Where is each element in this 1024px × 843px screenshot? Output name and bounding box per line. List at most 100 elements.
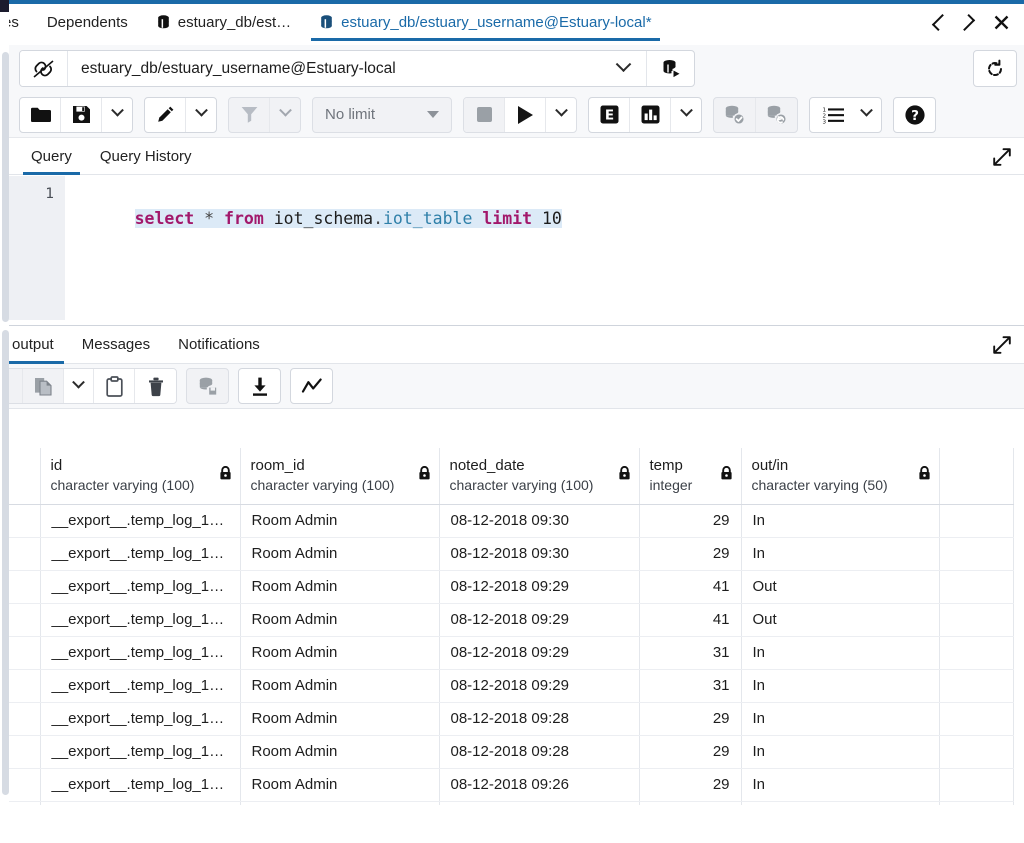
cell-id[interactable]: __export__.temp_log_1… (40, 768, 240, 801)
next-tab-icon[interactable] (960, 12, 978, 34)
graph-visualiser-button[interactable] (291, 369, 332, 403)
output-panel-expand-diagonal-icon[interactable] (992, 335, 1012, 355)
tab-query-history[interactable]: Query History (88, 138, 204, 175)
left-scrollbar-lower[interactable] (2, 330, 9, 795)
cell-room-id[interactable]: Room Admin (240, 702, 439, 735)
cell-noted-date[interactable]: 08-12-2018 09:28 (439, 735, 639, 768)
cell-out-in[interactable]: In (741, 636, 939, 669)
cell-temp[interactable]: 29 (639, 768, 741, 801)
cell-room-id[interactable]: Room Admin (240, 636, 439, 669)
table-row[interactable]: __export__.temp_log_1…Room Admin08-12-20… (9, 669, 1013, 702)
column-header-noted-date[interactable]: noted_date character varying (100) (439, 448, 639, 504)
execute-query-button[interactable] (505, 98, 546, 132)
macros-button[interactable]: 1 2 3 (810, 98, 851, 132)
cell-room-id[interactable]: Room Admin (240, 570, 439, 603)
cell-id[interactable]: __export__.temp_log_1… (40, 603, 240, 636)
cell-out-in[interactable]: In (741, 702, 939, 735)
filter-button[interactable] (229, 98, 270, 132)
result-grid[interactable]: id character varying (100) room_id (9, 448, 1024, 843)
copy-button[interactable] (23, 369, 64, 403)
cell-id[interactable]: __export__.temp_log_1… (40, 702, 240, 735)
cell-room-id[interactable]: Room Admin (240, 603, 439, 636)
cell-temp[interactable]: 29 (639, 504, 741, 537)
copy-options-button[interactable] (64, 369, 94, 403)
prev-tab-icon[interactable] (928, 12, 946, 34)
help-button[interactable]: ? (894, 98, 935, 132)
tab-data-output[interactable]: ata output (0, 326, 66, 364)
tab-messages[interactable]: Messages (70, 326, 162, 364)
cell-id[interactable]: __export__.temp_log_1… (40, 735, 240, 768)
cell-noted-date[interactable]: 08-12-2018 09:29 (439, 669, 639, 702)
save-options-button[interactable] (102, 98, 132, 132)
cell-temp[interactable]: 41 (639, 570, 741, 603)
cell-noted-date[interactable]: 08-12-2018 09:29 (439, 636, 639, 669)
cell-id[interactable]: __export__.temp_log_1… (40, 570, 240, 603)
cell-noted-date[interactable]: 08-12-2018 09:30 (439, 504, 639, 537)
explain-analyze-button[interactable] (630, 98, 671, 132)
row-number-cell[interactable] (9, 636, 40, 669)
cell-out-in[interactable]: Out (741, 603, 939, 636)
row-number-cell[interactable] (9, 504, 40, 537)
row-number-cell[interactable] (9, 603, 40, 636)
connection-selector[interactable]: estuary_db/estuary_username@Estuary-loca… (19, 50, 695, 87)
cell-noted-date[interactable]: 08-12-2018 09:26 (439, 768, 639, 801)
cell-out-in[interactable]: In (741, 537, 939, 570)
tab-estuary-db-short[interactable]: estuary_db/est… (142, 4, 305, 41)
database-connect-icon[interactable] (646, 51, 694, 86)
explain-button[interactable]: E (589, 98, 630, 132)
cell-id[interactable]: __export__.temp_log_1… (40, 636, 240, 669)
cell-out-in[interactable]: In (741, 768, 939, 801)
cell-temp[interactable]: 29 (639, 735, 741, 768)
commit-button[interactable] (714, 98, 756, 132)
cell-temp[interactable]: 29 (639, 702, 741, 735)
column-header-temp[interactable]: temp integer (639, 448, 741, 504)
open-file-button[interactable] (20, 98, 61, 132)
tab-estuary-db-active[interactable]: estuary_db/estuary_username@Estuary-loca… (305, 4, 665, 41)
cell-id[interactable]: __export__.temp_log_1… (40, 504, 240, 537)
row-number-cell[interactable] (9, 669, 40, 702)
cell-out-in[interactable]: Out (741, 570, 939, 603)
cell-temp[interactable]: 31 (639, 669, 741, 702)
cell-temp[interactable]: 31 (639, 636, 741, 669)
cell-room-id[interactable]: Room Admin (240, 669, 439, 702)
cell-noted-date[interactable]: 08-12-2018 09:30 (439, 537, 639, 570)
cell-out-in[interactable]: In (741, 669, 939, 702)
connection-dropdown-chevron-down-icon[interactable] (600, 51, 646, 86)
sql-editor[interactable]: 1 select * from iot_schema.iot_table lim… (9, 176, 1024, 320)
edit-button[interactable] (145, 98, 186, 132)
execute-options-button[interactable] (546, 98, 576, 132)
cell-noted-date[interactable]: 08-12-2018 09:29 (439, 570, 639, 603)
cell-temp[interactable]: 29 (639, 537, 741, 570)
cell-out-in[interactable]: In (741, 504, 939, 537)
cell-id[interactable]: __export__.temp_log_1… (40, 537, 240, 570)
tab-dependents[interactable]: Dependents (33, 4, 142, 41)
cell-noted-date[interactable]: 08-12-2018 09:28 (439, 702, 639, 735)
row-number-cell[interactable] (9, 768, 40, 801)
row-number-cell[interactable] (9, 537, 40, 570)
column-header-room-id[interactable]: room_id character varying (100) (240, 448, 439, 504)
row-number-cell[interactable] (9, 702, 40, 735)
delete-button[interactable] (135, 369, 176, 403)
save-data-changes-button[interactable] (187, 369, 228, 403)
query-panel-expand-diagonal-icon[interactable] (992, 147, 1012, 167)
macros-options-button[interactable] (851, 98, 881, 132)
row-number-cell[interactable] (9, 735, 40, 768)
table-row[interactable]: __export__.temp_log_1…Room Admin08-12-20… (9, 636, 1013, 669)
table-row[interactable]: __export__.temp_log_1…Room Admin08-12-20… (9, 570, 1013, 603)
table-row[interactable]: __export__.temp_log_1…Room Admin08-12-20… (9, 768, 1013, 801)
tab-notifications[interactable]: Notifications (166, 326, 272, 364)
filter-options-button[interactable] (270, 98, 300, 132)
cell-room-id[interactable]: Room Admin (240, 504, 439, 537)
row-limit-select[interactable]: No limit (312, 97, 452, 133)
cell-id[interactable]: __export__.temp_log_1… (40, 669, 240, 702)
cell-temp[interactable]: 41 (639, 603, 741, 636)
row-number-cell[interactable] (9, 570, 40, 603)
cell-room-id[interactable]: Room Admin (240, 735, 439, 768)
table-row[interactable]: __export__.temp_log_1…Room Admin08-12-20… (9, 702, 1013, 735)
table-row[interactable]: __export__.temp_log_1…Room Admin08-12-20… (9, 603, 1013, 636)
close-icon[interactable] (992, 12, 1010, 34)
cell-room-id[interactable]: Room Admin (240, 537, 439, 570)
cell-room-id[interactable]: Room Admin (240, 768, 439, 801)
stop-query-button[interactable] (464, 98, 505, 132)
cell-out-in[interactable]: In (741, 735, 939, 768)
